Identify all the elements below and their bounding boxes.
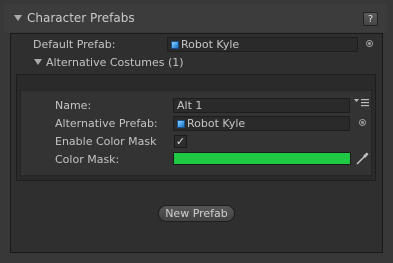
section-title: Character Prefabs	[27, 11, 135, 25]
alternative-prefab-value: Robot Kyle	[187, 117, 246, 130]
color-mask-label: Color Mask:	[55, 153, 120, 166]
eyedropper-icon[interactable]	[355, 152, 369, 166]
enable-color-mask-checkbox[interactable]: ✓	[174, 135, 187, 148]
alternative-prefab-label: Alternative Prefab:	[55, 117, 158, 130]
enable-color-mask-label: Enable Color Mask	[55, 135, 157, 148]
default-prefab-value: Robot Kyle	[181, 38, 240, 51]
list-menu-icon[interactable]	[354, 98, 370, 108]
alternative-costumes-title[interactable]: Alternative Costumes (1)	[46, 56, 184, 69]
checkmark-icon: ✓	[175, 135, 186, 148]
color-mask-swatch[interactable]	[173, 152, 351, 165]
foldout-arrow-icon[interactable]	[14, 15, 22, 21]
alternatives-foldout-arrow-icon[interactable]	[34, 59, 42, 65]
new-prefab-button[interactable]: New Prefab	[158, 205, 235, 222]
prefab-cube-icon	[171, 41, 179, 49]
default-prefab-field[interactable]: Robot Kyle	[167, 37, 358, 52]
name-input[interactable]: Alt 1	[173, 98, 350, 113]
object-picker-icon[interactable]	[366, 40, 373, 47]
object-picker-icon[interactable]	[359, 119, 366, 126]
help-button[interactable]: ?	[363, 12, 378, 26]
alternative-prefab-field[interactable]: Robot Kyle	[173, 116, 350, 131]
default-prefab-label: Default Prefab:	[33, 38, 116, 51]
name-label: Name:	[55, 99, 92, 112]
prefab-cube-icon	[177, 120, 185, 128]
